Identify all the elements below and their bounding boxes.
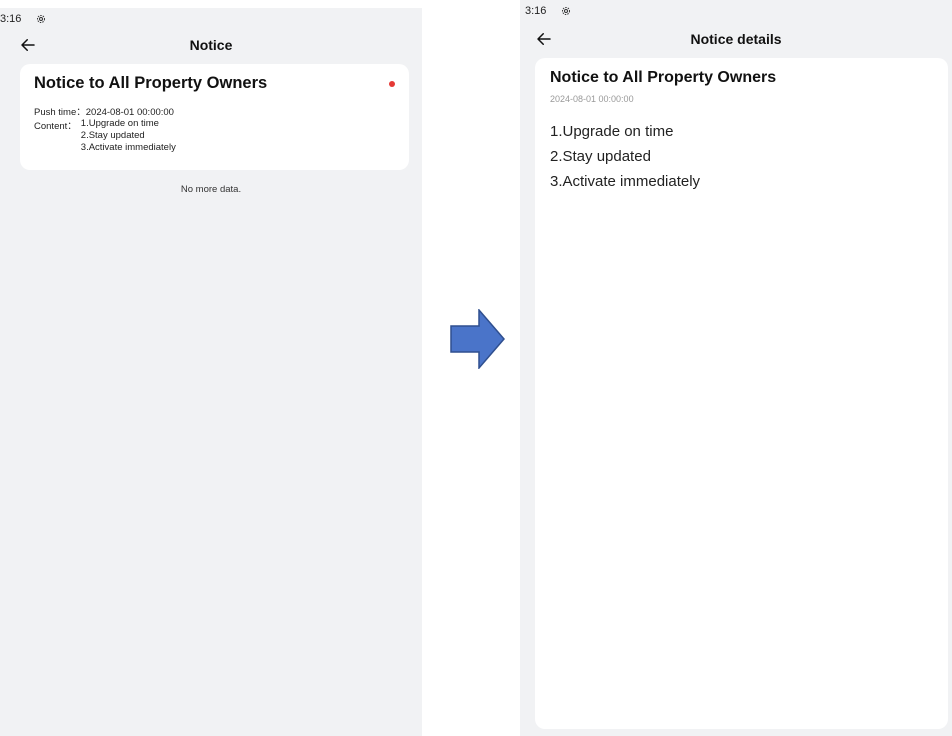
- status-bar: 3:16: [525, 0, 572, 22]
- detail-body: 1.Upgrade on time 2.Stay updated 3.Activ…: [550, 119, 700, 194]
- page-title: Notice: [189, 37, 233, 53]
- push-time-value: 2024-08-01 00:00:00: [85, 107, 174, 118]
- top-bar: Notice: [0, 32, 422, 58]
- detail-line: 1.Upgrade on time: [550, 123, 674, 140]
- detail-line: 3.Activate immediately: [550, 173, 701, 190]
- back-arrow-icon[interactable]: [535, 30, 553, 48]
- notice-list-screen: 3:16 Notice Notice to All Property Owner…: [0, 8, 422, 736]
- content-line: 2.Stay updated: [80, 130, 145, 141]
- status-bar: 3:16: [0, 8, 47, 30]
- content-line: 3.Activate immediately: [80, 142, 176, 153]
- notice-detail-card: Notice to All Property Owners 2024-08-01…: [535, 58, 948, 729]
- unread-dot-icon: [389, 81, 395, 87]
- right-arrow-icon: [450, 309, 505, 369]
- settings-gear-icon: [37, 15, 46, 23]
- status-time: 3:16: [0, 13, 22, 25]
- top-bar: Notice details: [520, 26, 952, 52]
- content-line: 1.Upgrade on time: [80, 118, 159, 129]
- content-label: Content：: [34, 121, 77, 132]
- notice-details-screen: 3:16 Notice details Notice to All Proper…: [520, 0, 952, 736]
- detail-title: Notice to All Property Owners: [550, 69, 777, 86]
- detail-line: 2.Stay updated: [550, 148, 651, 165]
- status-time: 3:16: [525, 5, 547, 17]
- back-arrow-icon[interactable]: [19, 36, 37, 54]
- page-title: Notice details: [690, 31, 782, 47]
- notice-card[interactable]: Notice to All Property Owners Push time：…: [20, 64, 409, 170]
- notice-title: Notice to All Property Owners: [34, 74, 268, 92]
- push-time-label: Push time：: [34, 107, 86, 118]
- content-lines: 1.Upgrade on time 2.Stay updated 3.Activ…: [81, 118, 176, 154]
- no-more-data-text: No more data.: [180, 184, 242, 195]
- settings-gear-icon: [562, 7, 571, 15]
- push-time-row: Push time：2024-08-01 00:00:00: [34, 104, 174, 118]
- detail-time: 2024-08-01 00:00:00: [550, 94, 634, 104]
- content-row: Content： 1.Upgrade on time 2.Stay update…: [34, 118, 176, 154]
